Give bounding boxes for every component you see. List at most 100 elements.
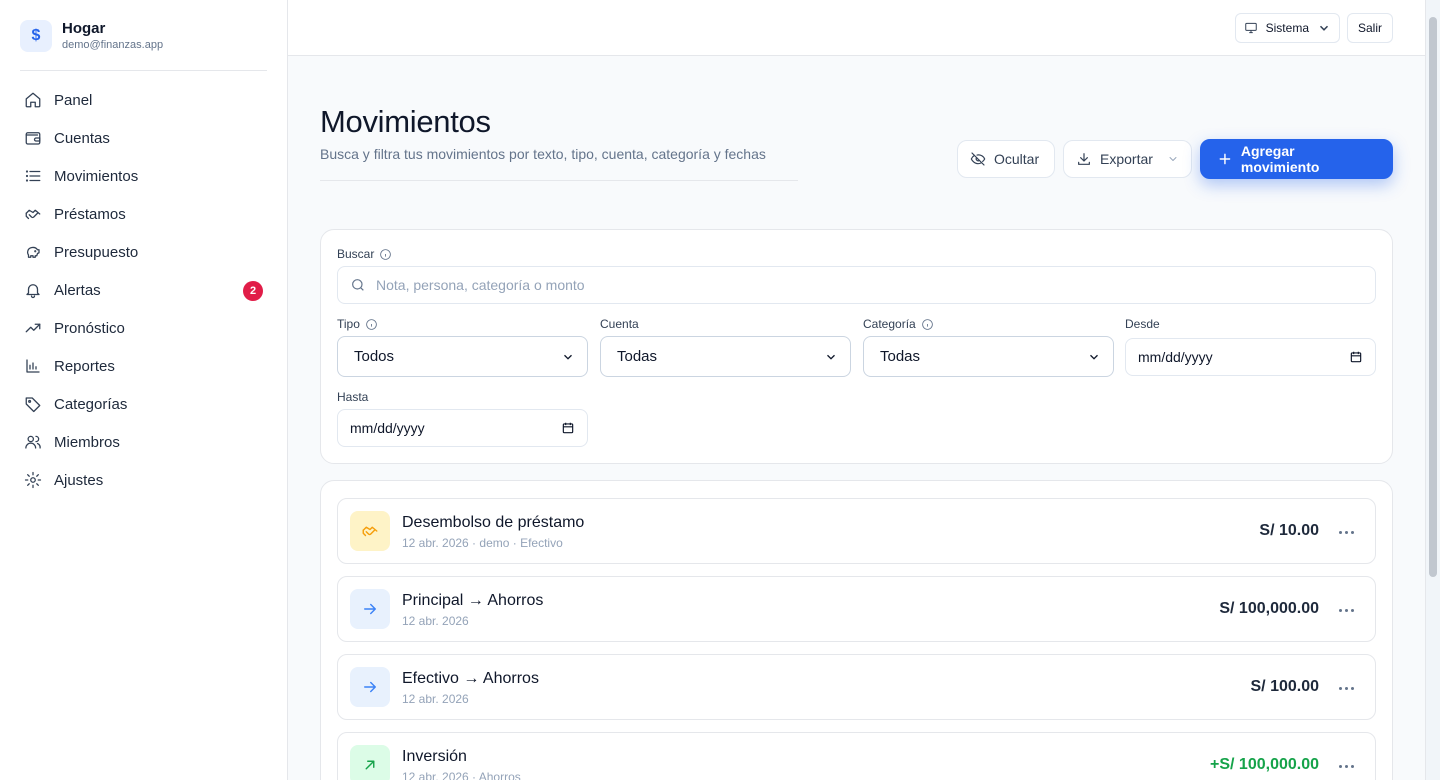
- arrow-up-right-icon: [365, 760, 375, 770]
- search-label-text: Buscar: [337, 247, 375, 261]
- more-options-icon[interactable]: [1335, 755, 1357, 777]
- movement-row[interactable]: Principal → Ahorros 12 abr. 2026 S/ 100,…: [337, 576, 1376, 642]
- account-label: Cuenta: [600, 317, 639, 331]
- sidebar-item-prestamos[interactable]: Préstamos: [12, 195, 275, 233]
- add-movement-button[interactable]: Agregar movimiento: [1200, 139, 1393, 179]
- export-label: Exportar: [1100, 151, 1153, 167]
- brand-email: demo@finanzas.app: [62, 39, 164, 51]
- logout-button[interactable]: Salir: [1346, 13, 1393, 43]
- sidebar-item-panel[interactable]: Panel: [12, 81, 275, 119]
- type-label: Tipo: [337, 317, 378, 331]
- trending-up-icon: [25, 323, 41, 333]
- sidebar-item-label: Reportes: [54, 357, 115, 375]
- info-icon[interactable]: [379, 248, 392, 261]
- scrollbar-thumb[interactable]: [1429, 17, 1437, 577]
- category-label-text: Categoría: [863, 317, 916, 331]
- add-movement-label: Agregar movimiento: [1240, 143, 1320, 175]
- movement-row[interactable]: Efectivo → Ahorros 12 abr. 2026 S/ 100.0…: [337, 654, 1376, 720]
- dollar-icon: $: [20, 20, 52, 52]
- movement-meta: 12 abr. 2026: [402, 614, 469, 628]
- header-divider: [320, 180, 798, 181]
- movement-row[interactable]: Inversión 12 abr. 2026 · Ahorros +S/ 100…: [337, 732, 1376, 780]
- more-options-icon[interactable]: [1335, 521, 1357, 543]
- sidebar-item-pronostico[interactable]: Pronóstico: [12, 309, 275, 347]
- list-icon: [25, 170, 41, 182]
- sidebar-item-label: Miembros: [54, 433, 120, 451]
- hide-amounts-button[interactable]: Ocultar: [957, 140, 1055, 178]
- tag-icon: [25, 397, 41, 413]
- movement-amount: S/ 100,000.00: [1219, 600, 1319, 617]
- brand[interactable]: $ Hogar demo@finanzas.app: [0, 0, 287, 70]
- alerts-count-badge: 2: [243, 281, 263, 301]
- category-label: Categoría: [863, 317, 934, 331]
- info-icon[interactable]: [921, 318, 934, 331]
- sidebar-item-label: Movimientos: [54, 167, 139, 185]
- page-subtitle: Busca y filtra tus movimientos por texto…: [320, 146, 766, 162]
- type-select[interactable]: Todos: [337, 336, 588, 377]
- handshake-icon: [362, 526, 378, 537]
- theme-select[interactable]: Sistema: [1234, 13, 1340, 43]
- page-title: Movimientos: [320, 104, 491, 139]
- movement-title: Efectivo → Ahorros: [402, 670, 539, 687]
- chevron-down-icon: [564, 354, 572, 360]
- to-date-label-text: Hasta: [337, 390, 369, 404]
- calendar-icon[interactable]: [1349, 350, 1363, 364]
- account-label-text: Cuenta: [600, 317, 639, 331]
- users-icon: [25, 435, 41, 449]
- account-select[interactable]: Todas: [600, 336, 851, 377]
- home-icon: [25, 92, 41, 108]
- download-icon: [1078, 153, 1090, 165]
- movement-icon-box: [350, 511, 390, 551]
- monitor-icon: [1244, 22, 1257, 34]
- to-date-label: Hasta: [337, 390, 368, 404]
- sidebar-item-presupuesto[interactable]: Presupuesto: [12, 233, 275, 271]
- sidebar-nav: Panel Cuentas Movimientos Préstamos Pres…: [0, 81, 287, 499]
- export-button[interactable]: Exportar: [1063, 140, 1192, 178]
- wallet-icon: [25, 132, 41, 145]
- bell-icon: [26, 284, 40, 299]
- plus-icon: [1219, 153, 1231, 165]
- sidebar-item-label: Préstamos: [54, 205, 126, 223]
- from-date-label: Desde: [1125, 317, 1160, 331]
- more-options-icon[interactable]: [1335, 677, 1357, 699]
- category-select-value: Todas: [880, 348, 921, 365]
- chevron-down-icon: [1319, 25, 1329, 31]
- sidebar-item-categorias[interactable]: Categorías: [12, 385, 275, 423]
- type-select-value: Todos: [354, 348, 395, 365]
- sidebar-item-label: Ajustes: [54, 471, 104, 489]
- account-select-value: Todas: [617, 348, 658, 365]
- search-input[interactable]: Nota, persona, categoría o monto: [337, 266, 1376, 304]
- sidebar-item-label: Pronóstico: [54, 319, 125, 337]
- movement-meta: 12 abr. 2026: [402, 692, 469, 706]
- info-icon[interactable]: [365, 318, 378, 331]
- movement-meta: 12 abr. 2026 · Ahorros: [402, 770, 521, 780]
- sidebar-item-cuentas[interactable]: Cuentas: [12, 119, 275, 157]
- movement-icon-box: [350, 745, 390, 780]
- chevron-down-icon: [827, 354, 835, 360]
- sidebar-item-label: Cuentas: [54, 129, 110, 147]
- calendar-icon[interactable]: [561, 421, 575, 435]
- gear-icon: [24, 471, 42, 489]
- sidebar-item-reportes[interactable]: Reportes: [12, 347, 275, 385]
- more-options-icon[interactable]: [1335, 599, 1357, 621]
- bar-chart-icon: [26, 359, 40, 373]
- to-date-input[interactable]: mm/dd/yyyy: [337, 409, 588, 447]
- sidebar-divider: [20, 70, 267, 71]
- search-placeholder: Nota, persona, categoría o monto: [376, 277, 585, 293]
- sidebar-item-miembros[interactable]: Miembros: [12, 423, 275, 461]
- arrow-right-icon: [364, 603, 376, 615]
- movement-row[interactable]: Desembolso de préstamo 12 abr. 2026 · de…: [337, 498, 1376, 564]
- sidebar-item-alertas[interactable]: Alertas 2: [12, 271, 275, 309]
- piggy-bank-icon: [26, 246, 40, 258]
- sidebar-item-label: Alertas: [54, 281, 101, 299]
- sidebar-item-movimientos[interactable]: Movimientos: [12, 157, 275, 195]
- movement-title: Principal → Ahorros: [402, 592, 544, 609]
- scrollbar[interactable]: [1425, 0, 1440, 780]
- arrow-right-icon: [364, 681, 376, 693]
- type-label-text: Tipo: [337, 317, 360, 331]
- category-select[interactable]: Todas: [863, 336, 1114, 377]
- sidebar-item-ajustes[interactable]: Ajustes: [12, 461, 275, 499]
- movement-amount: S/ 100.00: [1250, 678, 1320, 695]
- movement-title: Inversión: [402, 748, 467, 765]
- from-date-input[interactable]: mm/dd/yyyy: [1125, 338, 1376, 376]
